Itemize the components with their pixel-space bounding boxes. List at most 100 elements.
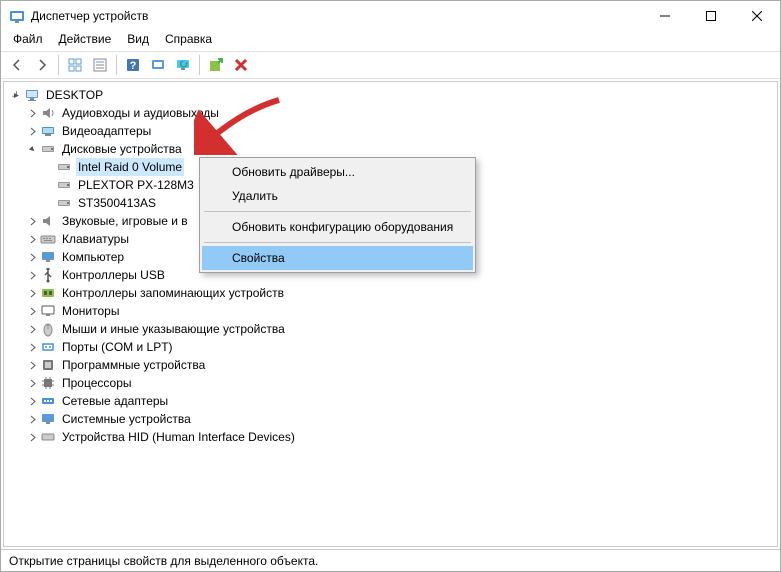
menu-view[interactable]: Вид (119, 31, 157, 51)
toolbar-separator (199, 55, 200, 75)
forward-button[interactable] (30, 53, 54, 77)
tree-category-disk[interactable]: Дисковые устройства (8, 140, 773, 158)
tree-root[interactable]: DESKTOP (8, 86, 773, 104)
tree-label[interactable]: Дисковые устройства (60, 140, 184, 158)
update-driver-button[interactable] (204, 53, 228, 77)
tree-label[interactable]: Сетевые адаптеры (60, 392, 170, 410)
tree-category[interactable]: Порты (COM и LPT) (8, 338, 773, 356)
update-driver-icon (208, 57, 224, 73)
tree-category[interactable]: Видеоадаптеры (8, 122, 773, 140)
disk-icon (40, 141, 56, 157)
computer-icon (40, 249, 56, 265)
expander-icon[interactable] (24, 267, 40, 283)
tree-category[interactable]: Контроллеры запоминающих устройств (8, 284, 773, 302)
expander-icon[interactable] (24, 231, 40, 247)
expander-icon[interactable] (24, 213, 40, 229)
tree-label[interactable]: Процессоры (60, 374, 134, 392)
context-properties[interactable]: Свойства (202, 246, 473, 270)
expander-icon[interactable] (24, 375, 40, 391)
context-menu: Обновить драйверы... Удалить Обновить ко… (199, 157, 476, 273)
tree-category[interactable]: Мыши и иные указывающие устройства (8, 320, 773, 338)
tree-label[interactable]: Программные устройства (60, 356, 207, 374)
menu-file[interactable]: Файл (5, 31, 51, 51)
expander-icon[interactable] (24, 411, 40, 427)
keyboard-icon (40, 231, 56, 247)
expander-icon[interactable] (24, 357, 40, 373)
titlebar: Диспетчер устройств (1, 1, 780, 31)
tree-label[interactable]: Системные устройства (60, 410, 193, 428)
tree-label[interactable]: Мониторы (60, 302, 121, 320)
help-icon: ? (125, 57, 141, 73)
usb-icon (40, 267, 56, 283)
tree-label[interactable]: Аудиовходы и аудиовыходы (60, 104, 221, 122)
tree-label[interactable]: Контроллеры запоминающих устройств (60, 284, 286, 302)
storage-controller-icon (40, 285, 56, 301)
toolbar: ? (1, 51, 780, 79)
expander-icon[interactable] (24, 303, 40, 319)
tree-label[interactable]: Контроллеры USB (60, 266, 167, 284)
tree-device-label[interactable]: PLEXTOR PX-128M3 (76, 176, 196, 194)
tree-label[interactable]: Видеоадаптеры (60, 122, 153, 140)
menubar: Файл Действие Вид Справка (1, 31, 780, 51)
properties-button[interactable] (88, 53, 112, 77)
minimize-button[interactable] (642, 1, 688, 31)
port-icon (40, 339, 56, 355)
statusbar: Открытие страницы свойств для выделенног… (1, 549, 780, 571)
expander-icon[interactable] (8, 87, 24, 103)
window-controls (642, 1, 780, 31)
tree-category[interactable]: Мониторы (8, 302, 773, 320)
tree-device-label[interactable]: ST3500413AS (76, 194, 158, 212)
statusbar-text: Открытие страницы свойств для выделенног… (9, 554, 318, 568)
maximize-button[interactable] (688, 1, 734, 31)
expander-icon[interactable] (24, 429, 40, 445)
context-delete[interactable]: Удалить (202, 184, 473, 208)
tree-label[interactable]: Устройства HID (Human Interface Devices) (60, 428, 297, 446)
context-separator (204, 242, 471, 243)
close-icon (752, 11, 762, 21)
monitor-refresh-icon (175, 57, 191, 73)
expander-icon[interactable] (24, 393, 40, 409)
expander-icon[interactable] (24, 249, 40, 265)
expander-icon[interactable] (24, 141, 40, 157)
context-update-config[interactable]: Обновить конфигурацию оборудования (202, 215, 473, 239)
mouse-icon (40, 321, 56, 337)
close-button[interactable] (734, 1, 780, 31)
uninstall-button[interactable] (229, 53, 253, 77)
tree-root-label[interactable]: DESKTOP (44, 86, 105, 104)
back-button[interactable] (5, 53, 29, 77)
tree-label[interactable]: Мыши и иные указывающие устройства (60, 320, 287, 338)
scan-icon (150, 57, 166, 73)
tree-label[interactable]: Клавиатуры (60, 230, 131, 248)
expander-icon[interactable] (24, 321, 40, 337)
arrow-left-icon (10, 58, 24, 72)
tree-category[interactable]: Устройства HID (Human Interface Devices) (8, 428, 773, 446)
delete-icon (233, 57, 249, 73)
tree-category[interactable]: Сетевые адаптеры (8, 392, 773, 410)
tree-device-label[interactable]: Intel Raid 0 Volume (76, 158, 184, 176)
tree-category[interactable]: Системные устройства (8, 410, 773, 428)
expander-icon[interactable] (24, 285, 40, 301)
expander-icon[interactable] (24, 123, 40, 139)
menu-action[interactable]: Действие (51, 31, 120, 51)
context-update-drivers[interactable]: Обновить драйверы... (202, 160, 473, 184)
processor-icon (40, 375, 56, 391)
display-adapter-icon (40, 123, 56, 139)
expander-icon[interactable] (24, 105, 40, 121)
show-hidden-button[interactable] (63, 53, 87, 77)
refresh-button[interactable] (171, 53, 195, 77)
tree-label[interactable]: Компьютер (60, 248, 126, 266)
tree-category[interactable]: Программные устройства (8, 356, 773, 374)
menu-help[interactable]: Справка (157, 31, 220, 51)
expander-icon[interactable] (24, 339, 40, 355)
audio-icon (40, 105, 56, 121)
computer-icon (24, 87, 40, 103)
tree-category[interactable]: Процессоры (8, 374, 773, 392)
scan-button[interactable] (146, 53, 170, 77)
device-tree-panel[interactable]: DESKTOP Аудиовходы и аудиовыходы Видеоад… (3, 81, 778, 547)
hid-icon (40, 429, 56, 445)
help-button[interactable]: ? (121, 53, 145, 77)
tree-label[interactable]: Порты (COM и LPT) (60, 338, 175, 356)
tree-label[interactable]: Звуковые, игровые и в (60, 212, 190, 230)
system-device-icon (40, 411, 56, 427)
tree-category[interactable]: Аудиовходы и аудиовыходы (8, 104, 773, 122)
